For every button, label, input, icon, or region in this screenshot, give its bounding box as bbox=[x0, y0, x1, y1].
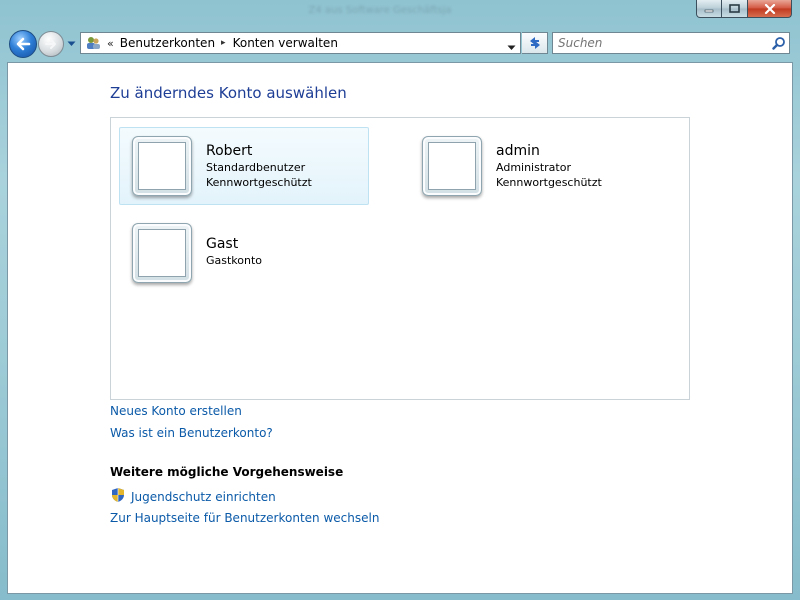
user-accounts-icon bbox=[83, 33, 103, 53]
maximize-icon bbox=[729, 4, 740, 13]
content-pane: Zu änderndes Konto auswählen Robert Stan… bbox=[7, 62, 793, 594]
parental-controls-row: Jugendschutz einrichten bbox=[110, 487, 276, 506]
avatar bbox=[132, 223, 192, 283]
forward-arrow-icon bbox=[45, 39, 56, 49]
refresh-icon bbox=[529, 37, 540, 49]
avatar bbox=[132, 136, 192, 196]
breadcrumb: Benutzerkonten ▸ Konten verwalten bbox=[120, 36, 338, 50]
page-title: Zu änderndes Konto auswählen bbox=[110, 84, 347, 102]
account-type: Gastkonto bbox=[206, 254, 263, 267]
avatar bbox=[422, 136, 482, 196]
account-name: admin bbox=[496, 143, 540, 159]
breadcrumb-item-konten-verwalten[interactable]: Konten verwalten bbox=[233, 36, 338, 50]
refresh-button[interactable] bbox=[522, 32, 548, 54]
search-input[interactable] bbox=[553, 36, 769, 50]
account-tile-robert[interactable]: Robert Standardbenutzer Kennwortgeschütz… bbox=[119, 127, 369, 205]
window-frame: Z4 aus Software Geschäftsja « Benutzerko… bbox=[0, 0, 800, 600]
minimize-icon bbox=[704, 9, 714, 12]
parental-controls-link[interactable]: Jugendschutz einrichten bbox=[131, 490, 276, 504]
address-bar[interactable]: « Benutzerkonten ▸ Konten verwalten bbox=[80, 32, 521, 54]
overflow-chevron[interactable]: « bbox=[107, 37, 114, 50]
search-icon[interactable] bbox=[769, 33, 789, 53]
account-type: Administrator bbox=[496, 161, 571, 174]
what-is-account-link[interactable]: Was ist ein Benutzerkonto? bbox=[110, 426, 273, 440]
address-dropdown-button[interactable] bbox=[507, 40, 516, 54]
shield-icon bbox=[110, 487, 126, 506]
account-list: Robert Standardbenutzer Kennwortgeschütz… bbox=[110, 117, 690, 400]
account-name: Gast bbox=[206, 236, 239, 252]
account-status: Kennwortgeschützt bbox=[496, 176, 602, 189]
close-icon bbox=[764, 3, 775, 14]
forward-button[interactable] bbox=[38, 31, 64, 57]
search-box[interactable] bbox=[552, 32, 790, 54]
account-tile-admin[interactable]: admin Administrator Kennwortgeschützt bbox=[409, 127, 659, 205]
close-button[interactable] bbox=[748, 0, 792, 18]
minimize-button[interactable] bbox=[696, 0, 722, 18]
account-tile-gast[interactable]: Gast Gastkonto bbox=[119, 214, 369, 292]
navigation-bar: « Benutzerkonten ▸ Konten verwalten bbox=[0, 26, 800, 62]
back-button[interactable] bbox=[9, 30, 37, 58]
account-name: Robert bbox=[206, 143, 253, 159]
window-title: Z4 aus Software Geschäftsja bbox=[308, 5, 452, 16]
breadcrumb-separator-icon[interactable]: ▸ bbox=[221, 38, 226, 48]
section-title: Weitere mögliche Vorgehensweise bbox=[110, 465, 344, 479]
chevron-down-icon bbox=[507, 45, 516, 50]
main-page-link[interactable]: Zur Hauptseite für Benutzerkonten wechse… bbox=[110, 511, 379, 525]
breadcrumb-item-benutzerkonten[interactable]: Benutzerkonten bbox=[120, 36, 215, 50]
account-status: Kennwortgeschützt bbox=[206, 176, 312, 189]
account-type: Standardbenutzer bbox=[206, 161, 306, 174]
chevron-down-icon bbox=[67, 41, 75, 46]
caption-buttons bbox=[696, 0, 792, 18]
new-account-link[interactable]: Neues Konto erstellen bbox=[110, 404, 242, 418]
maximize-button[interactable] bbox=[722, 0, 748, 18]
recent-pages-button[interactable] bbox=[66, 38, 76, 50]
back-arrow-icon bbox=[16, 37, 31, 51]
